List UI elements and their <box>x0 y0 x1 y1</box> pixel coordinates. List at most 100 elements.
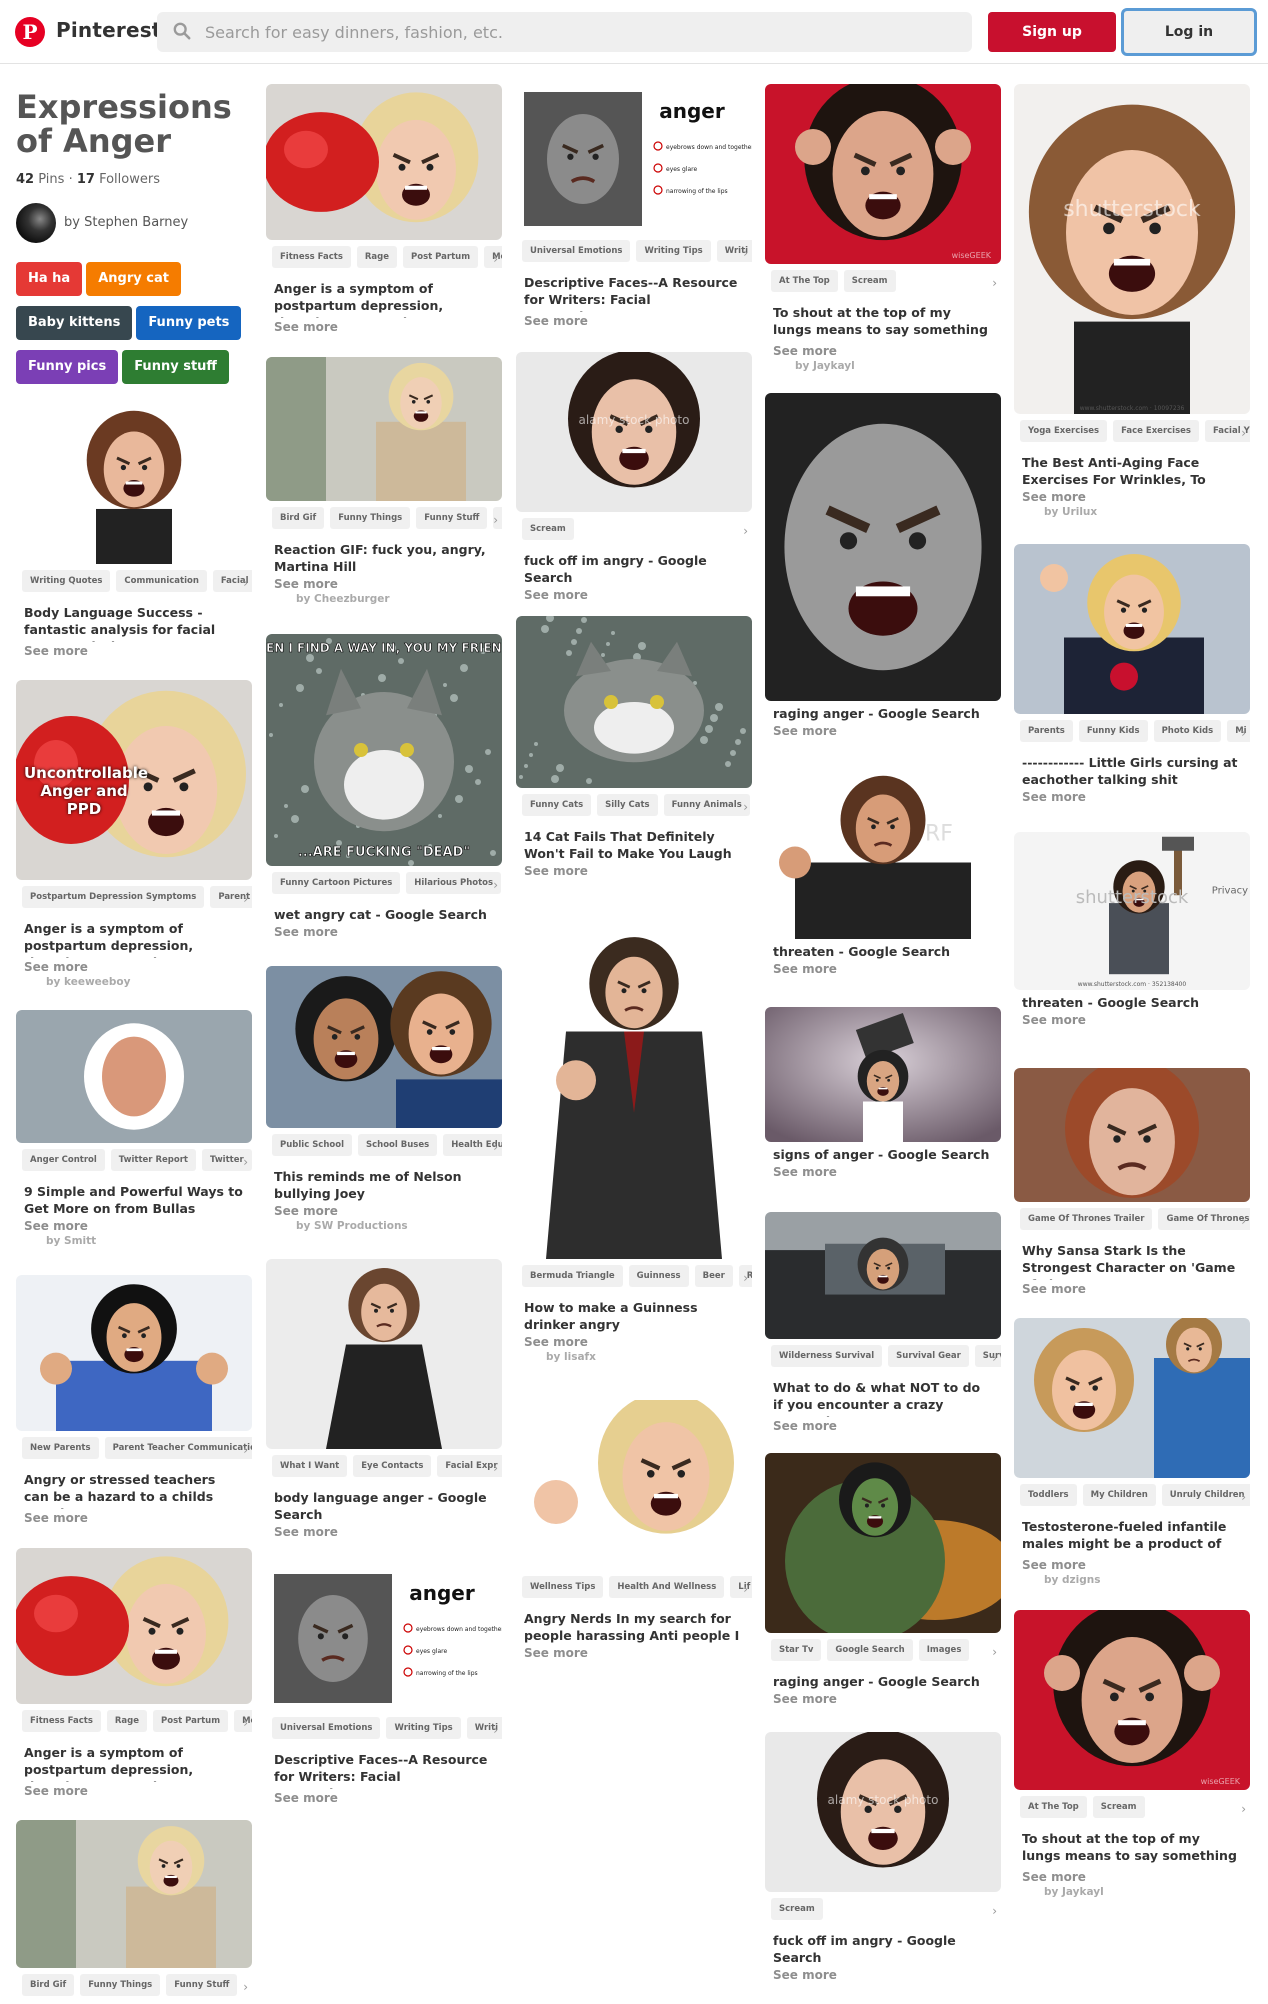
pin-tag[interactable]: School Buses <box>358 1134 438 1156</box>
see-more-link[interactable]: See more <box>266 923 502 939</box>
pin-card[interactable]: What I Want Eye Contacts Facial Expr › body … <box>266 1259 502 1539</box>
pin-tag[interactable]: Survival Gear <box>888 1345 969 1367</box>
pin-image-wrapper[interactable] <box>16 1275 252 1431</box>
pin-tag[interactable]: Wellness Tips <box>522 1576 604 1598</box>
pin-tag[interactable]: Lif <box>730 1576 752 1598</box>
pin-card[interactable]: Public School School Buses Health Edu › This… <box>266 966 502 1232</box>
pin-tag[interactable]: Public School <box>272 1134 352 1156</box>
see-more-link[interactable]: See more <box>516 1644 752 1660</box>
pin-description[interactable]: Anger is a symptom of postpartum depress… <box>16 916 252 958</box>
pin-card[interactable]: Wilderness SurvivalSurvival GearSurv›Wha… <box>765 1212 1001 1433</box>
pin-image[interactable] <box>16 1275 252 1431</box>
chevron-right-icon[interactable]: › <box>243 1155 248 1169</box>
brand-name[interactable]: Pinterest <box>56 18 162 42</box>
pin-image-wrapper[interactable] <box>1014 1068 1250 1202</box>
see-more-link[interactable]: See more <box>266 1789 502 1805</box>
pin-tag[interactable]: Parents <box>1020 720 1073 742</box>
tag-funny-pets[interactable]: Funny pets <box>136 306 242 340</box>
pin-tag[interactable]: Funny Things <box>80 1974 161 1996</box>
chevron-right-icon[interactable]: › <box>1241 1214 1246 1228</box>
pin-image[interactable] <box>266 84 502 240</box>
pin-tag[interactable]: Parent Teacher Communication <box>104 1437 252 1459</box>
chevron-right-icon[interactable]: › <box>243 1980 248 1994</box>
pin-image[interactable]: shutterstock www.shutterstock.com · 10097… <box>1014 84 1250 414</box>
pin-card[interactable]: shutterstock www.shutterstock.com · 10097… <box>1014 84 1250 518</box>
pin-tag[interactable]: Photo Kids <box>1153 720 1222 742</box>
pin-description[interactable]: raging anger - Google Search <box>765 701 1001 722</box>
pin-tag[interactable]: Rage <box>106 1710 148 1732</box>
pin-tag[interactable]: Writing Tips <box>386 1717 461 1739</box>
chevron-right-icon[interactable]: › <box>493 1461 498 1475</box>
see-more-link[interactable]: See more <box>16 1217 252 1233</box>
see-more-link[interactable]: See more <box>266 318 502 334</box>
pin-description[interactable]: Body Language Success - fantastic analys… <box>16 600 252 642</box>
pin-card[interactable]: Writing Quotes Communication Facial › Body L… <box>16 392 252 658</box>
pin-image-wrapper[interactable]: anger eyebrows down and together eyes glar… <box>266 1566 502 1711</box>
author-name[interactable]: Stephen Barney <box>84 215 188 230</box>
pin-image[interactable]: shutterstock www.shutterstock.com · 35213… <box>1014 832 1250 990</box>
tag-funny-pics[interactable]: Funny pics <box>16 350 119 384</box>
pin-tag[interactable]: Wilderness Survival <box>771 1345 883 1367</box>
pin-image[interactable] <box>1014 1068 1250 1202</box>
pin-image-wrapper[interactable] <box>16 1548 252 1704</box>
pinterest-logo-icon[interactable] <box>15 17 45 47</box>
pin-image-wrapper[interactable] <box>266 84 502 240</box>
pin-attribution[interactable]: by keeweeboy <box>16 974 252 988</box>
see-more-link[interactable]: See more <box>16 642 252 658</box>
pin-attribution[interactable]: by Cheezburger <box>266 591 502 605</box>
pin-attribution[interactable]: by Jaykayl <box>1014 1884 1250 1898</box>
pin-description[interactable]: To shout at the top of my lungs means to… <box>765 300 1001 342</box>
chevron-right-icon[interactable]: › <box>243 1716 248 1730</box>
pin-card[interactable]: Fitness FactsRagePost PartumMe›Anger is … <box>266 84 502 334</box>
pin-tag[interactable]: Face Exercises <box>1113 420 1199 442</box>
pin-image-wrapper[interactable] <box>16 392 252 564</box>
chevron-right-icon[interactable]: › <box>992 1351 997 1365</box>
pin-card[interactable]: Toddlers My Children Unruly Children › Testo… <box>1014 1318 1250 1586</box>
pin-description[interactable]: Anger is a symptom of postpartum depress… <box>266 276 502 318</box>
pin-tag[interactable]: At The Top <box>1020 1796 1087 1818</box>
see-more-link[interactable]: See more <box>1014 488 1250 504</box>
chevron-right-icon[interactable]: › <box>743 1582 748 1596</box>
avatar[interactable] <box>16 203 56 243</box>
see-more-link[interactable]: See more <box>765 722 1001 738</box>
chevron-right-icon[interactable]: › <box>493 252 498 266</box>
pin-tag[interactable]: New Parents <box>22 1437 99 1459</box>
pin-tag[interactable]: Images <box>918 1639 970 1661</box>
see-more-link[interactable]: See more <box>16 1782 252 1798</box>
see-more-link[interactable]: See more <box>765 342 1001 358</box>
pin-image-wrapper[interactable] <box>16 1010 252 1143</box>
pin-tag[interactable]: Game Of Thrones <box>1158 1208 1250 1230</box>
chevron-right-icon[interactable]: › <box>493 1140 498 1154</box>
pin-image-wrapper[interactable] <box>765 1212 1001 1339</box>
pin-image[interactable] <box>16 1820 252 1968</box>
pin-description[interactable]: How to make a Guinness drinker angry <box>516 1295 752 1333</box>
chevron-right-icon[interactable]: › <box>1241 726 1246 740</box>
pin-image[interactable] <box>266 357 502 501</box>
pin-description[interactable]: Angry or stressed teachers can be a haza… <box>16 1467 252 1509</box>
pin-card[interactable]: wiseGEEK At The Top Scream › To shout at the… <box>765 84 1001 372</box>
chevron-right-icon[interactable]: › <box>743 246 748 260</box>
pin-image-wrapper[interactable]: Uncontrollable Anger and PPD <box>16 680 252 880</box>
pin-card[interactable]: Wellness Tips Health And Wellness Lif › Angr… <box>516 1400 752 1660</box>
pin-image[interactable] <box>1014 544 1250 714</box>
pin-image[interactable] <box>16 392 252 564</box>
pin-tag[interactable]: Guinness <box>628 1265 689 1287</box>
pin-card[interactable]: Parents Funny Kids Photo Kids Mi › ----------… <box>1014 544 1250 804</box>
search-input[interactable] <box>205 12 955 52</box>
pin-description[interactable]: Angry Nerds In my search for people hara… <box>516 1606 752 1644</box>
pin-attribution[interactable]: by Smitt <box>16 1233 252 1247</box>
pin-image-wrapper[interactable]: shutterstock www.shutterstock.com · 35213… <box>1014 832 1250 990</box>
pin-tag[interactable]: Scream <box>771 1898 823 1920</box>
chevron-right-icon[interactable]: › <box>743 1271 748 1285</box>
chevron-right-icon[interactable]: › <box>243 892 248 906</box>
pin-tag[interactable]: Post Partum <box>153 1710 229 1732</box>
pin-image[interactable]: wiseGEEK <box>765 84 1001 264</box>
chevron-right-icon[interactable]: › <box>743 800 748 814</box>
author-byline[interactable]: by Stephen Barney <box>64 215 188 230</box>
pin-description[interactable]: fuck off im angry - Google Search <box>765 1928 1001 1966</box>
chevron-right-icon[interactable]: › <box>243 576 248 590</box>
pin-image-wrapper[interactable] <box>516 1400 752 1570</box>
pin-description[interactable]: What to do & what NOT to do if you encou… <box>765 1375 1001 1417</box>
pin-card[interactable]: Funny Cats Silly Cats Funny Animals › 14 Cat… <box>516 616 752 878</box>
pin-tag[interactable]: What I Want <box>272 1455 348 1477</box>
